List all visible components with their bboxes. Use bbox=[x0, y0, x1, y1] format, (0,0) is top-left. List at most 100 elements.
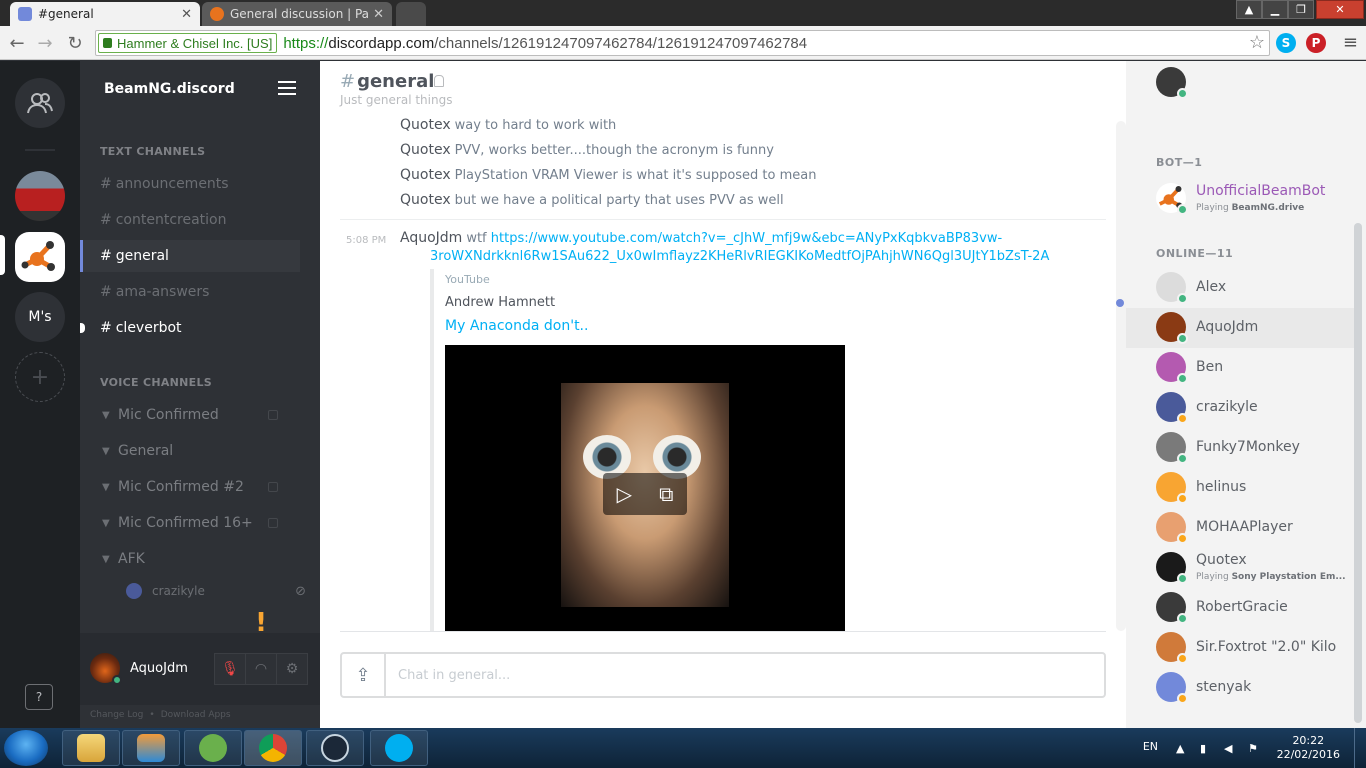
member-row[interactable]: Quotex Playing Sony Playstation Em... bbox=[1126, 548, 1346, 588]
member-unofficialbeambot[interactable]: UnofficialBeamBot Playing BeamNG.drive bbox=[1126, 179, 1346, 219]
current-username: AquoJdm bbox=[130, 661, 188, 676]
member-name: Sir.Foxtrot "2.0" Kilo bbox=[1196, 639, 1337, 655]
taskbar-steam[interactable] bbox=[306, 730, 364, 766]
close-window-button[interactable]: ✕ bbox=[1316, 0, 1364, 19]
maximize-button[interactable]: ❐ bbox=[1288, 0, 1314, 19]
network-icon[interactable]: ▮ bbox=[1200, 742, 1212, 755]
add-server-button[interactable]: + bbox=[15, 352, 65, 402]
status-idle-icon bbox=[1177, 413, 1188, 424]
taskbar-utorrent[interactable] bbox=[184, 730, 242, 766]
user-settings-button[interactable]: ⚙ bbox=[276, 653, 308, 685]
message-author[interactable]: Quotex bbox=[400, 142, 451, 158]
youtube-link-continued[interactable]: 3roWXNdrkknl6Rw1SAu622_Ux0wImflayz2KHeRl… bbox=[430, 249, 1049, 264]
chat-input[interactable]: Chat in general... bbox=[386, 668, 510, 683]
reload-icon[interactable]: ↻ bbox=[64, 32, 86, 54]
start-button[interactable] bbox=[4, 730, 48, 766]
back-arrow-icon[interactable]: ← bbox=[6, 32, 28, 54]
voice-channel-mic-confirmed[interactable]: ▼ Mic Confirmed bbox=[80, 399, 300, 431]
forward-arrow-icon[interactable]: → bbox=[34, 32, 56, 54]
member-row[interactable]: Funky7Monkey bbox=[1126, 428, 1346, 468]
chat-area: # general Just general things Quotex way t… bbox=[320, 61, 1126, 728]
server-car-icon[interactable] bbox=[15, 171, 65, 221]
member-partial[interactable] bbox=[1126, 67, 1346, 129]
status-online-icon bbox=[1177, 613, 1188, 624]
voice-channel-mic-confirmed-2[interactable]: ▼ Mic Confirmed #2 bbox=[80, 471, 300, 503]
member-row[interactable]: Alex bbox=[1126, 268, 1346, 308]
taskbar-media-player[interactable] bbox=[122, 730, 180, 766]
voice-channel-general[interactable]: ▼ General bbox=[80, 435, 300, 467]
tab-general-discussion[interactable]: General discussion | Page ✕ bbox=[202, 2, 392, 26]
chat-scrollbar[interactable] bbox=[1116, 121, 1126, 631]
member-row[interactable]: helinus bbox=[1126, 468, 1346, 508]
member-row[interactable]: MOHAAPlayer bbox=[1126, 508, 1346, 548]
avatar bbox=[126, 583, 142, 599]
video-thumbnail[interactable]: ▷ ⧉ bbox=[445, 345, 845, 631]
mute-mic-button[interactable]: 🎙︎ bbox=[214, 653, 246, 685]
message-author[interactable]: Quotex bbox=[400, 117, 451, 133]
download-apps-link[interactable]: Download Apps bbox=[161, 710, 231, 720]
ev-certificate-badge[interactable]: Hammer & Chisel Inc. [US] bbox=[98, 33, 278, 53]
address-bar[interactable]: Hammer & Chisel Inc. [US] https://discor… bbox=[95, 30, 1270, 56]
member-row[interactable]: stenyak bbox=[1126, 668, 1346, 708]
member-list-scrollbar[interactable] bbox=[1354, 223, 1362, 723]
channel-general[interactable]: # general bbox=[80, 240, 300, 272]
action-center-icon[interactable]: ⚑ bbox=[1248, 742, 1260, 755]
message-author[interactable]: AquoJdm bbox=[400, 230, 462, 246]
server-beamng[interactable] bbox=[15, 232, 65, 282]
volume-icon[interactable]: ◀ bbox=[1224, 742, 1236, 755]
embed-title[interactable]: My Anaconda don't.. bbox=[445, 318, 588, 334]
tab-close-icon[interactable]: ✕ bbox=[181, 7, 192, 22]
taskbar-skype[interactable] bbox=[370, 730, 428, 766]
url-host: discordapp.com bbox=[328, 34, 435, 52]
channel-ama-answers[interactable]: # ama-answers bbox=[80, 276, 300, 308]
voice-user-name: crazikyle bbox=[152, 584, 205, 598]
browser-menu-icon[interactable]: ≡ bbox=[1343, 32, 1358, 53]
member-row[interactable]: AquoJdm bbox=[1126, 308, 1354, 348]
member-row[interactable]: RobertGracie bbox=[1126, 588, 1346, 628]
tray-expand-icon[interactable]: ▲ bbox=[1176, 742, 1188, 755]
tab-general[interactable]: #general ✕ bbox=[10, 2, 200, 26]
channel-label: cleverbot bbox=[115, 320, 182, 336]
channel-cleverbot[interactable]: # cleverbot bbox=[80, 312, 300, 344]
upload-button[interactable]: ⇪ bbox=[342, 654, 386, 696]
channel-announcements[interactable]: # announcements bbox=[80, 168, 300, 200]
channel-title-text: general bbox=[357, 71, 435, 92]
voice-channel-mic-confirmed-16[interactable]: ▼ Mic Confirmed 16+ bbox=[80, 507, 300, 539]
online-header: ONLINE—11 bbox=[1156, 247, 1234, 260]
pinterest-extension-icon[interactable]: P bbox=[1306, 33, 1326, 53]
taskbar-chrome[interactable] bbox=[244, 730, 302, 766]
member-row[interactable]: Sir.Foxtrot "2.0" Kilo bbox=[1126, 628, 1346, 668]
new-tab-button[interactable] bbox=[396, 2, 426, 26]
help-button[interactable]: ? bbox=[25, 684, 53, 710]
embed-author[interactable]: Andrew Hamnett bbox=[445, 295, 555, 310]
bookmark-star-icon[interactable]: ☆ bbox=[1249, 32, 1265, 53]
changelog-link[interactable]: Change Log bbox=[90, 710, 143, 720]
minimize-button[interactable]: ▁ bbox=[1262, 0, 1288, 19]
external-link-icon[interactable]: ⧉ bbox=[659, 482, 673, 506]
play-icon[interactable]: ▷ bbox=[617, 482, 632, 506]
show-desktop-button[interactable] bbox=[1354, 728, 1366, 768]
voice-channel-afk[interactable]: ▼ AFK bbox=[80, 543, 300, 575]
language-indicator[interactable]: EN bbox=[1143, 740, 1158, 753]
profile-icon[interactable]: ▲ bbox=[1236, 0, 1262, 19]
friends-button[interactable] bbox=[15, 78, 65, 128]
message-author[interactable]: Quotex bbox=[400, 167, 451, 183]
skype-extension-icon[interactable]: S bbox=[1276, 33, 1296, 53]
system-clock[interactable]: 20:22 22/02/2016 bbox=[1277, 734, 1340, 762]
steam-icon bbox=[321, 734, 349, 762]
windows-taskbar: EN ▲ ▮ ◀ ⚑ 20:22 22/02/2016 bbox=[0, 728, 1366, 768]
server-ms[interactable]: M's bbox=[15, 292, 65, 342]
server-menu-icon[interactable] bbox=[278, 81, 296, 95]
tab-close-icon[interactable]: ✕ bbox=[373, 7, 384, 22]
message-author[interactable]: Quotex bbox=[400, 192, 451, 208]
member-name: stenyak bbox=[1196, 679, 1252, 695]
message-text: wtf bbox=[466, 231, 487, 246]
taskbar-explorer[interactable] bbox=[62, 730, 120, 766]
member-row[interactable]: Ben bbox=[1126, 348, 1346, 388]
deafen-button[interactable]: ◠ bbox=[245, 653, 277, 685]
channel-contentcreation[interactable]: # contentcreation bbox=[80, 204, 300, 236]
notification-bell-icon[interactable] bbox=[434, 75, 444, 87]
voice-user-crazikyle[interactable]: crazikyle ⊘ bbox=[126, 579, 306, 603]
member-row[interactable]: crazikyle bbox=[1126, 388, 1346, 428]
youtube-link[interactable]: https://www.youtube.com/watch?v=_cJhW_mf… bbox=[491, 231, 1002, 246]
